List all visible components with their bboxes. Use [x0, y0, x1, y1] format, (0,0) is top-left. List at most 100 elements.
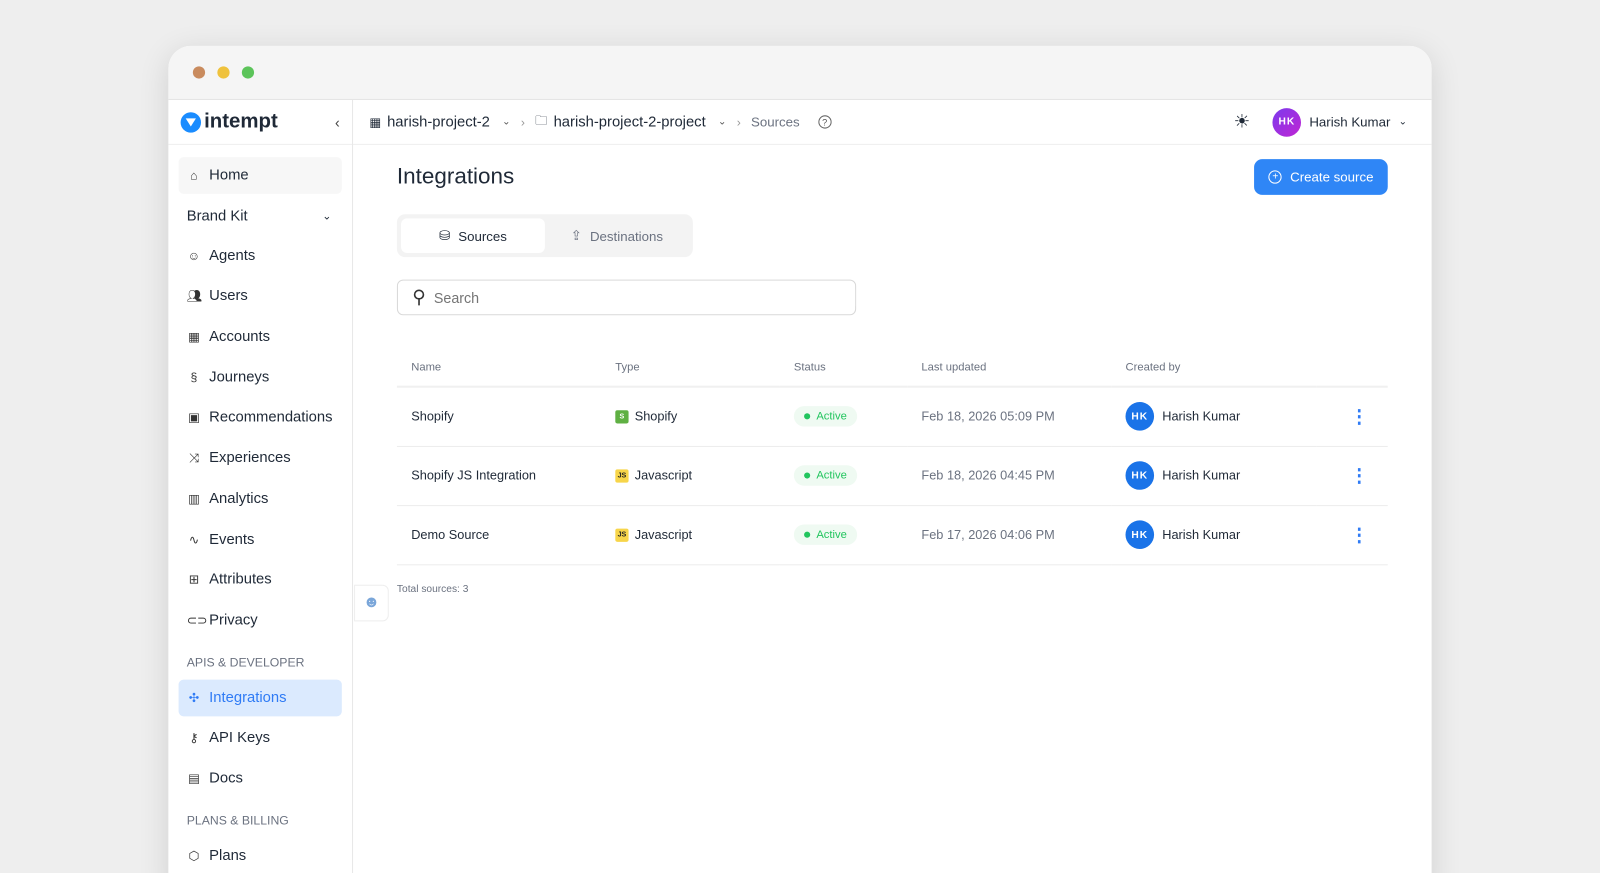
- column-header-status[interactable]: Status: [779, 347, 908, 388]
- app-window: intempt ‹ ⌂ Home Brand Kit ⌄ ☺ Agents 👥︎ User…: [168, 45, 1432, 873]
- source-type: JS Javascript: [601, 505, 780, 565]
- assistant-bot-button[interactable]: ☻: [354, 584, 389, 622]
- table-row[interactable]: Demo Source JS Javascript Active Feb 17, …: [396, 505, 1388, 565]
- column-header-last-updated[interactable]: Last updated: [907, 347, 1112, 388]
- source-name[interactable]: Shopify: [396, 386, 602, 447]
- box-icon: ⬡: [188, 848, 200, 863]
- creator-name: Harish Kumar: [1162, 409, 1241, 424]
- label: Home: [209, 167, 249, 184]
- maximize-window-button[interactable]: [241, 66, 255, 79]
- tab-destinations[interactable]: ⇪ Destinations: [545, 218, 689, 253]
- status-label: Active: [816, 410, 847, 423]
- label: Analytics: [209, 490, 269, 507]
- status-cell: Active: [779, 445, 908, 506]
- project-name: harish-project-2-project: [553, 113, 706, 131]
- sidebar-group-brand-kit[interactable]: Brand Kit ⌄: [179, 198, 342, 235]
- search-input[interactable]: [433, 289, 856, 306]
- column-header-created-by[interactable]: Created by: [1111, 347, 1317, 388]
- building-icon: ▦: [369, 114, 381, 130]
- create-source-button[interactable]: + Create source: [1254, 159, 1388, 195]
- org-selector[interactable]: ▦ harish-project-2 ⌄: [369, 114, 510, 130]
- type-label: Javascript: [634, 468, 693, 483]
- last-updated: Feb 18, 2026 05:09 PM: [907, 386, 1112, 447]
- chevron-down-icon: ⌄: [717, 116, 727, 128]
- close-window-button[interactable]: [192, 66, 206, 79]
- sidebar-item-agents[interactable]: ☺ Agents: [179, 237, 342, 274]
- label: API Keys: [209, 729, 271, 747]
- sidebar-item-integrations[interactable]: ✣ Integrations: [178, 679, 342, 716]
- shuffle-icon: ⤨: [188, 450, 199, 465]
- folder-icon: 🗀: [535, 113, 548, 128]
- status-badge: Active: [793, 406, 858, 427]
- tab-sources[interactable]: ⛁ Sources: [401, 218, 545, 254]
- column-header-type[interactable]: Type: [601, 347, 780, 388]
- more-options-icon[interactable]: ⋮: [1316, 445, 1388, 506]
- more-options-icon[interactable]: ⋮: [1316, 386, 1388, 447]
- upload-icon: ⇪: [570, 227, 582, 243]
- avatar: HK: [1125, 402, 1155, 431]
- title-bar: [168, 45, 1432, 100]
- breadcrumb-separator-icon: ›: [520, 114, 525, 130]
- org-name: harish-project-2: [387, 113, 490, 131]
- more-options-icon[interactable]: ⋮: [1316, 505, 1388, 565]
- source-name[interactable]: Demo Source: [396, 505, 602, 565]
- minimize-window-button[interactable]: [217, 66, 230, 79]
- status-cell: Active: [779, 505, 908, 565]
- intempt-logo-icon: [180, 111, 202, 133]
- bag-icon: ▣: [188, 410, 200, 425]
- table-row[interactable]: Shopify S Shopify Active Feb 18, 2026 05:…: [396, 386, 1388, 447]
- label: Journeys: [209, 369, 270, 386]
- status-badge: Active: [793, 465, 858, 486]
- project-selector[interactable]: 🗀 harish-project-2-project ⌄: [535, 111, 726, 132]
- theme-toggle-icon[interactable]: ☀: [1234, 111, 1250, 132]
- creator-name: Harish Kumar: [1162, 527, 1241, 542]
- source-name[interactable]: Shopify JS Integration: [396, 445, 602, 506]
- page-title: Integrations: [396, 163, 515, 189]
- sidebar-item-analytics[interactable]: ▥ Analytics: [179, 480, 342, 517]
- sidebar-item-events[interactable]: ∿ Events: [179, 521, 342, 558]
- sidebar-item-journeys[interactable]: § Journeys: [179, 359, 342, 396]
- sidebar-item-users[interactable]: 👥︎ Users: [179, 278, 342, 315]
- doc-icon: ▤: [188, 771, 200, 786]
- label: Accounts: [209, 328, 271, 345]
- type-label: Javascript: [634, 527, 693, 542]
- column-header-name[interactable]: Name: [396, 347, 602, 388]
- sidebar-item-accounts[interactable]: ▦ Accounts: [179, 318, 342, 355]
- sidebar-item-experiences[interactable]: ⤨ Experiences: [179, 440, 342, 477]
- pulse-icon: ∿: [188, 532, 200, 547]
- user-name[interactable]: Harish Kumar: [1309, 114, 1390, 129]
- shopify-icon: S: [615, 410, 629, 424]
- label: Destinations: [589, 228, 663, 244]
- created-by: HK Harish Kumar: [1111, 386, 1317, 447]
- label: Recommendations: [209, 409, 333, 426]
- avatar: HK: [1125, 520, 1155, 549]
- sidebar-item-plans[interactable]: ⬡ Plans: [179, 837, 342, 873]
- avatar: HK: [1125, 461, 1155, 490]
- sidebar-item-recommendations[interactable]: ▣ Recommendations: [179, 399, 342, 436]
- home-icon: ⌂: [190, 168, 198, 183]
- creator-name: Harish Kumar: [1162, 468, 1241, 483]
- sidebar-item-docs[interactable]: ▤ Docs: [179, 760, 342, 797]
- plus-circle-icon: +: [1268, 170, 1282, 184]
- tabs: ⛁ Sources ⇪ Destinations: [396, 214, 693, 258]
- sidebar-item-privacy[interactable]: ⊂⊃ Privacy: [179, 602, 342, 639]
- users-icon: 👥︎: [186, 289, 203, 304]
- collapse-sidebar-button[interactable]: ‹: [335, 114, 340, 130]
- status-label: Active: [816, 528, 847, 541]
- robot-icon: ☺: [187, 248, 201, 263]
- avatar[interactable]: HK: [1272, 107, 1302, 137]
- help-icon[interactable]: ?: [818, 115, 832, 129]
- type-label: Shopify: [634, 409, 678, 424]
- last-updated: Feb 17, 2026 04:06 PM: [907, 505, 1112, 565]
- sidebar-item-home[interactable]: ⌂ Home: [178, 157, 342, 194]
- sidebar-item-attributes[interactable]: ⊞ Attributes: [179, 561, 342, 598]
- sidebar-item-api-keys[interactable]: ⚷ API Keys: [179, 720, 342, 757]
- label: Brand Kit: [186, 207, 248, 225]
- chevron-down-icon: ⌄: [322, 210, 332, 223]
- label: Events: [209, 531, 255, 548]
- table-row[interactable]: Shopify JS Integration JS Javascript Acti…: [396, 445, 1388, 506]
- label: Privacy: [209, 612, 258, 629]
- status-dot-icon: [804, 472, 811, 479]
- sidebar: intempt ‹ ⌂ Home Brand Kit ⌄ ☺ Agents 👥︎ User…: [168, 99, 354, 873]
- label: Docs: [209, 770, 243, 787]
